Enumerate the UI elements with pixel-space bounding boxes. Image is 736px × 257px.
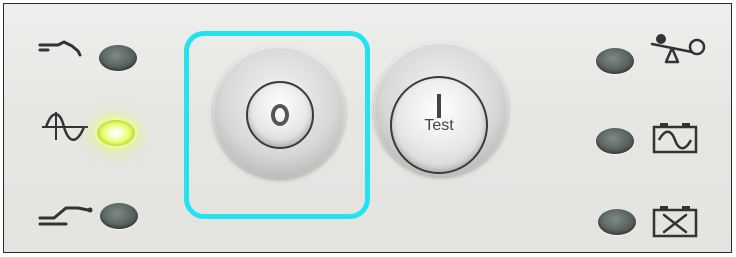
battery-charge-icon bbox=[652, 122, 700, 154]
overload-led bbox=[596, 48, 634, 74]
test-button[interactable]: I Test bbox=[390, 76, 488, 174]
replace-battery-icon bbox=[652, 204, 700, 238]
replace-battery-led bbox=[598, 209, 636, 235]
bypass-icon bbox=[38, 200, 94, 230]
sine-wave-icon bbox=[42, 110, 92, 144]
output-on-led bbox=[97, 120, 135, 146]
utility-power-icon bbox=[38, 37, 90, 59]
bypass-led bbox=[100, 203, 138, 229]
off-button-highlight bbox=[184, 31, 370, 219]
utility-power-led bbox=[99, 45, 137, 71]
battery-charge-led bbox=[596, 128, 634, 154]
overload-icon bbox=[648, 32, 708, 66]
power-on-symbol-icon: I bbox=[437, 94, 441, 118]
ups-control-panel: I Test bbox=[3, 3, 732, 253]
test-button-label: Test bbox=[424, 117, 454, 134]
